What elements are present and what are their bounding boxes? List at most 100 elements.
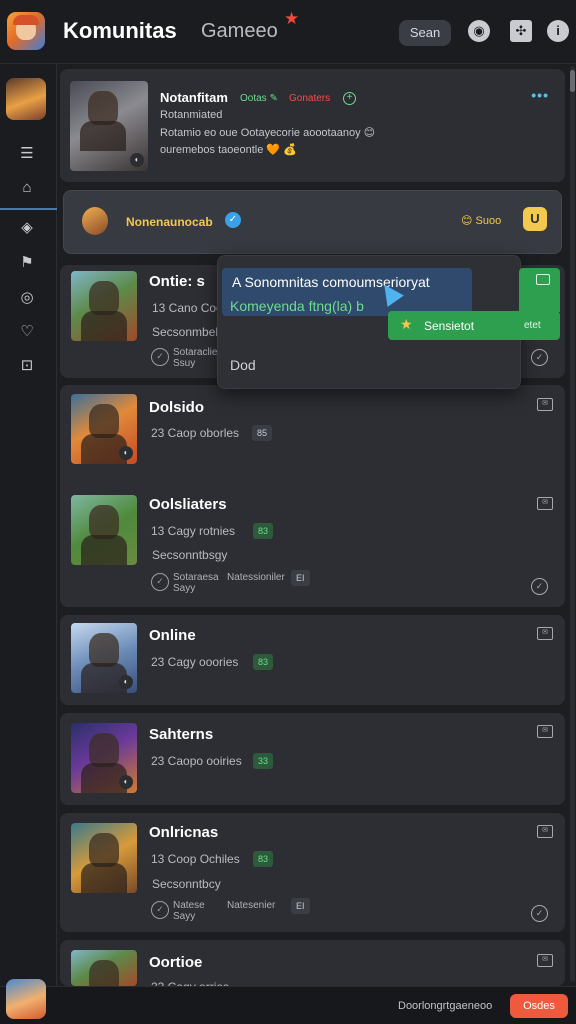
game-card[interactable]: ◐ Online 23 Cagy ooories 83 ✉ xyxy=(60,615,565,705)
sign-in-button[interactable]: Sean xyxy=(399,20,451,46)
chat-icon[interactable]: ✉ xyxy=(537,627,553,640)
game-meta-pill: EI xyxy=(291,898,310,914)
app-title-secondary: Gameeo xyxy=(201,20,278,42)
game-title: Onlricnas xyxy=(149,824,219,841)
sidebar: ☰ ⌂ ◈ ⚑ ◎ ♡ ⊡ xyxy=(0,64,57,986)
shield-icon[interactable]: ♡ xyxy=(16,322,38,342)
game-thumbnail xyxy=(71,495,137,565)
game-title: Sahterns xyxy=(149,726,214,743)
sidebar-avatar[interactable] xyxy=(6,78,46,120)
app-title: Komunitas xyxy=(63,18,177,43)
featured-name: Notanfitam xyxy=(160,90,228,105)
game-meta-c: Natessioniler xyxy=(227,572,285,583)
green-action-label: Sensietot xyxy=(424,319,475,333)
controller-icon[interactable]: ◈ xyxy=(16,218,38,238)
scrollbar-thumb[interactable] xyxy=(570,70,575,92)
game-card[interactable]: ◐ Sahterns 23 Caopo ooiries 33 ✉ xyxy=(60,713,565,805)
game-thumbnail xyxy=(71,823,137,893)
game-subtitle: 13 Cagy rotnies xyxy=(151,524,236,538)
app-logo[interactable] xyxy=(7,12,45,50)
check-icon[interactable]: ✓ xyxy=(531,578,548,595)
expand-icon xyxy=(536,274,550,285)
home-icon[interactable]: ⌂ xyxy=(16,178,38,198)
user-avatar[interactable] xyxy=(6,979,46,1019)
bottom-status-text: Doorlongrtgaeneoo xyxy=(398,1000,493,1012)
list-icon[interactable]: ☰ xyxy=(16,144,38,164)
more-options-icon[interactable]: ••• xyxy=(531,87,549,103)
game-subtitle: 23 Caopo ooiries xyxy=(151,754,242,768)
star-icon: ★ xyxy=(400,316,413,332)
check-icon[interactable]: ✓ xyxy=(531,349,548,366)
game-meta-b: Ssuy xyxy=(173,358,196,369)
featured-line-1: Rotanmiated xyxy=(160,109,223,121)
banner-action-button[interactable]: U xyxy=(523,207,547,231)
game-subtitle: 13 Coop Ochiles xyxy=(151,852,240,866)
game-card[interactable]: Onlricnas 13 Coop Ochiles 83 Secsonntbcy… xyxy=(60,813,565,932)
flag-icon[interactable]: ⚑ xyxy=(16,253,38,273)
game-card[interactable]: Oolsliaters 13 Cagy rotnies 83 Secsonntb… xyxy=(60,485,565,607)
game-title: Oortioe xyxy=(149,954,203,971)
game-count-pill: 85 xyxy=(252,425,273,441)
scrollbar-track[interactable] xyxy=(570,66,575,982)
game-card[interactable]: Oortioe 23 Cagy orries ✉ xyxy=(60,940,565,994)
popup-option-title[interactable]: A Sonomnitas comoumserioryat xyxy=(232,274,430,290)
banner-avatar xyxy=(82,207,108,235)
check-icon[interactable]: ✓ xyxy=(531,905,548,922)
featured-thumbnail: ◐ xyxy=(70,81,148,171)
game-count-pill: 83 xyxy=(253,523,274,539)
bottom-action-button[interactable]: Osdes xyxy=(510,994,568,1018)
featured-tag-red: Gonaters xyxy=(289,93,331,104)
featured-line-3: ouremebos taoeontle 🧡 💰 xyxy=(160,144,297,156)
banner-right-text: 😊 Suoo xyxy=(461,215,502,227)
green-action-button[interactable]: ★ Sensietot etet xyxy=(388,311,560,340)
add-icon[interactable]: + xyxy=(343,92,356,105)
thumbnail-badge-icon: ◐ xyxy=(119,446,133,460)
status-icon: ✓ xyxy=(151,573,169,591)
game-meta-b: Sayy xyxy=(173,583,196,594)
puzzle-icon[interactable]: ✣ xyxy=(510,20,532,42)
title-star-icon: ★ xyxy=(284,9,300,28)
game-count-pill: 83 xyxy=(253,654,274,670)
popup-option-subtitle[interactable]: Komeyenda ftng(la) b xyxy=(230,298,364,314)
thumbnail-badge-icon: ◐ xyxy=(130,153,144,167)
compass-icon[interactable]: ◎ xyxy=(16,288,38,308)
chat-icon[interactable]: ✉ xyxy=(537,725,553,738)
game-title: Dolsido xyxy=(149,399,204,416)
chat-icon[interactable]: ✉ xyxy=(537,825,553,838)
featured-card[interactable]: ◐ Notanfitam Ootas ✎ Gonaters + Rotanmia… xyxy=(60,69,565,182)
info-icon[interactable]: i xyxy=(547,20,569,42)
chat-icon[interactable]: ✉ xyxy=(537,954,553,967)
discord-icon[interactable]: ◉ xyxy=(468,20,490,42)
green-action-tail: etet xyxy=(524,320,541,331)
gift-icon[interactable]: ⊡ xyxy=(16,356,38,376)
banner-badge-icon: ✓ xyxy=(225,212,241,228)
game-thumbnail xyxy=(71,271,137,341)
game-meta-b: Sayy xyxy=(173,911,196,922)
game-count-pill: 33 xyxy=(253,753,274,769)
green-side-tab[interactable] xyxy=(519,268,560,312)
game-extra: Secsonntbsgy xyxy=(152,548,228,562)
game-meta-c: Natesenier xyxy=(227,900,276,911)
popup-option-bottom[interactable]: Dod xyxy=(230,357,256,373)
chat-icon[interactable]: ✉ xyxy=(537,398,553,411)
game-title: Oolsliaters xyxy=(149,496,227,513)
game-meta-a: Natese xyxy=(173,900,205,911)
sidebar-divider xyxy=(0,208,57,210)
game-thumbnail: ◐ xyxy=(71,723,137,793)
banner-text: Nonenaunocab xyxy=(126,215,213,229)
game-thumbnail: ◐ xyxy=(71,623,137,693)
top-bar: Komunitas Gameeo ★ Sean ◉ ✣ i xyxy=(0,0,576,64)
game-extra: Secsonntbcy xyxy=(152,877,221,891)
bottom-bar: Doorlongrtgaeneoo Osdes xyxy=(0,986,576,1024)
thumbnail-badge-icon: ◐ xyxy=(119,775,133,789)
status-icon: ✓ xyxy=(151,348,169,366)
game-meta-a: Sotaraesa xyxy=(173,572,219,583)
game-thumbnail: ◐ xyxy=(71,394,137,464)
thumbnail-badge-icon: ◐ xyxy=(119,675,133,689)
community-banner[interactable]: Nonenaunocab ✓ 😊 Suoo U xyxy=(63,190,562,254)
game-meta-pill: EI xyxy=(291,570,310,586)
featured-tag-green: Ootas ✎ xyxy=(240,93,278,104)
game-meta-a: Sotaraclie xyxy=(173,347,218,358)
chat-icon[interactable]: ✉ xyxy=(537,497,553,510)
game-count-pill: 83 xyxy=(253,851,274,867)
